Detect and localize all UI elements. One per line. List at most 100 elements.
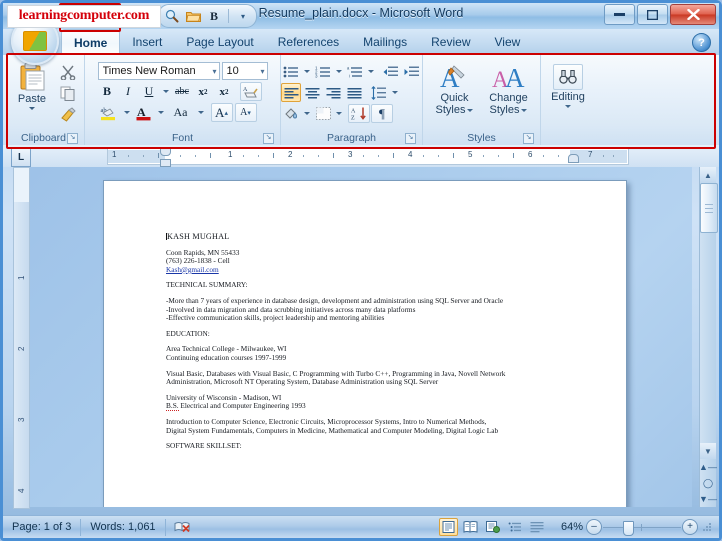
paragraph-dialog-launcher[interactable]: ↘ — [405, 133, 416, 144]
scrollbar-thumb[interactable] — [700, 183, 718, 233]
font-color-chevron-down-icon[interactable] — [156, 103, 166, 122]
bold-b-icon[interactable]: B — [205, 7, 223, 25]
clear-formatting-button[interactable]: A — [239, 82, 262, 101]
close-button[interactable] — [670, 4, 716, 25]
multilevel-list-button[interactable]: a i — [345, 62, 365, 81]
minimize-button[interactable] — [604, 4, 635, 25]
change-styles-chevron-down-icon[interactable] — [521, 108, 528, 112]
superscript-button[interactable]: x2 — [215, 82, 234, 101]
tab-view[interactable]: View — [483, 29, 533, 55]
shrink-font-button[interactable]: A ▾ — [234, 103, 257, 122]
tab-review[interactable]: Review — [419, 29, 482, 55]
vertical-scrollbar[interactable]: ▲ ▼ ▲― ◯ ▼― — [699, 167, 718, 507]
paste-dropdown-caret-icon[interactable] — [29, 107, 35, 110]
zoom-slider-thumb[interactable] — [623, 521, 634, 536]
underline-button[interactable]: U — [140, 82, 159, 101]
zoom-slider-track[interactable] — [603, 520, 681, 536]
font-size-chevron-down-icon[interactable]: ▾ — [257, 67, 264, 76]
ribbon-tabs[interactable]: Home Insert Page Layout References Maili… — [61, 29, 532, 55]
draft-view-button[interactable] — [527, 518, 546, 536]
tab-home[interactable]: Home — [61, 29, 121, 55]
borders-button[interactable] — [313, 104, 333, 123]
change-styles-button[interactable]: A A Change Styles — [482, 60, 536, 116]
web-layout-view-button[interactable] — [483, 518, 502, 536]
scroll-up-button[interactable]: ▲ — [700, 167, 716, 183]
underline-chevron-down-icon[interactable] — [161, 82, 171, 101]
outline-view-button[interactable] — [505, 518, 524, 536]
borders-chevron-down-icon[interactable] — [334, 104, 344, 123]
change-case-chevron-down-icon[interactable] — [196, 103, 206, 122]
shading-button[interactable] — [281, 104, 301, 123]
italic-button[interactable]: I — [119, 82, 138, 101]
proofing-errors-icon[interactable] — [166, 519, 199, 536]
text-highlight-color-button[interactable]: ab — [98, 103, 120, 122]
document-text[interactable]: KASH MUGHAL Coon Rapids, MN 55433 (763) … — [166, 232, 586, 458]
font-name-input[interactable]: Times New Roman ▾ — [97, 62, 220, 80]
quick-styles-button[interactable]: A Quick Styles — [428, 60, 482, 116]
multilevel-chevron-down-icon[interactable] — [366, 62, 376, 81]
paste-button[interactable]: Paste — [9, 60, 55, 110]
tab-insert[interactable]: Insert — [120, 29, 174, 55]
grow-font-button[interactable]: A ▴ — [210, 103, 233, 122]
clipboard-dialog-launcher[interactable]: ↘ — [67, 133, 78, 144]
justify-button[interactable] — [344, 83, 364, 102]
font-size-input[interactable]: 10 ▾ — [221, 62, 268, 80]
right-indent-marker[interactable] — [568, 154, 579, 163]
line-spacing-chevron-down-icon[interactable] — [390, 83, 400, 102]
subscript-button[interactable]: x2 — [194, 82, 213, 101]
customize-qat-icon[interactable]: ▾ — [234, 7, 252, 25]
align-right-button[interactable] — [323, 83, 343, 102]
tab-stop-selector[interactable]: L — [11, 147, 31, 167]
print-preview-icon[interactable] — [163, 7, 181, 25]
next-page-button[interactable]: ▼― — [699, 491, 717, 507]
align-left-button[interactable] — [281, 83, 301, 102]
change-case-button[interactable]: Aa — [168, 103, 194, 122]
editing-chevron-down-icon[interactable] — [564, 105, 571, 108]
shading-chevron-down-icon[interactable] — [302, 104, 312, 123]
previous-page-button[interactable]: ▲― — [699, 459, 717, 475]
strikethrough-button[interactable]: abc — [173, 82, 192, 101]
vertical-ruler[interactable]: 1 2 3 4 — [13, 167, 30, 509]
numbering-button[interactable]: 1 2 3 — [313, 62, 333, 81]
increase-indent-button[interactable] — [402, 62, 422, 81]
help-icon[interactable]: ? — [692, 33, 711, 52]
align-center-button[interactable] — [302, 83, 322, 102]
bold-button[interactable]: B — [98, 82, 117, 101]
horizontal-ruler[interactable]: 1 1 2 3 4 5 6 7 — [107, 148, 629, 165]
font-dialog-launcher[interactable]: ↘ — [263, 133, 274, 144]
resize-grip-icon[interactable] — [701, 521, 713, 533]
line-spacing-button[interactable] — [369, 83, 389, 102]
tab-references[interactable]: References — [266, 29, 351, 55]
scrollbar-track[interactable] — [700, 231, 716, 443]
numbering-chevron-down-icon[interactable] — [334, 62, 344, 81]
cut-scissors-icon[interactable] — [58, 63, 78, 81]
zoom-in-button[interactable]: + — [682, 519, 698, 535]
document-page[interactable]: KASH MUGHAL Coon Rapids, MN 55433 (763) … — [103, 180, 627, 507]
sort-button[interactable]: A Z — [348, 104, 370, 123]
open-folder-icon[interactable] — [184, 7, 202, 25]
zoom-out-button[interactable]: – — [586, 519, 602, 535]
window-controls[interactable] — [604, 4, 716, 25]
word-count-indicator[interactable]: Words: 1,061 — [81, 518, 166, 536]
decrease-indent-button[interactable] — [381, 62, 401, 81]
zoom-slider-control[interactable]: – + — [586, 519, 698, 536]
document-canvas[interactable]: KASH MUGHAL Coon Rapids, MN 55433 (763) … — [30, 167, 692, 507]
zoom-level-label[interactable]: 64% — [549, 521, 583, 533]
bullets-chevron-down-icon[interactable] — [302, 62, 312, 81]
editing-button[interactable]: Editing — [551, 60, 585, 108]
email-hyperlink[interactable]: Kash@gmail.com — [166, 265, 219, 274]
quick-access-toolbar[interactable]: B ▾ — [158, 4, 257, 28]
maximize-button[interactable] — [637, 4, 668, 25]
ribbon-tab-strip[interactable]: Home Insert Page Layout References Maili… — [3, 17, 719, 65]
format-painter-icon[interactable] — [58, 105, 78, 123]
first-line-indent-marker[interactable] — [160, 147, 171, 156]
show-formatting-marks-button[interactable]: ¶ — [371, 104, 393, 123]
page-indicator[interactable]: Page: 1 of 3 — [3, 518, 82, 536]
scroll-down-button[interactable]: ▼ — [700, 443, 716, 459]
highlight-chevron-down-icon[interactable] — [122, 103, 132, 122]
left-indent-marker[interactable] — [160, 159, 171, 167]
font-color-button[interactable]: A — [134, 103, 154, 122]
bullets-button[interactable] — [281, 62, 301, 81]
quick-styles-chevron-down-icon[interactable] — [467, 108, 474, 112]
copy-icon[interactable] — [58, 84, 78, 102]
